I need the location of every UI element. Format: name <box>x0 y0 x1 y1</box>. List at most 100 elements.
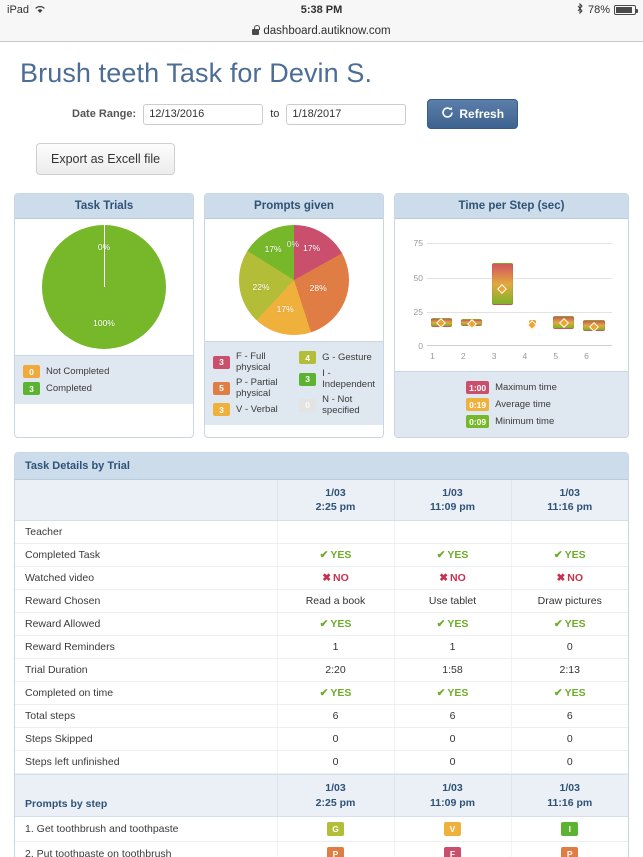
gridline <box>427 278 612 279</box>
task-details-table: 1/03 2:25 pm 1/03 11:09 pm 1/03 11:16 pm… <box>15 480 628 775</box>
legend-column-right: 4 G - Gesture 3 I - Independent 0 N - No… <box>299 349 375 418</box>
refresh-label: Refresh <box>459 107 505 121</box>
prompt-code-badge: P <box>327 846 344 857</box>
table-row: Reward Allowed ✔ YES ✔ YES ✔ YES <box>15 612 628 637</box>
pie-label-not-specified: 0% <box>286 238 300 249</box>
table-cell: ✖ NO <box>510 566 628 591</box>
date-from-input[interactable] <box>143 103 264 125</box>
task-trials-legend: 0 Not Completed 3 Completed <box>15 355 193 404</box>
row-label: Steps Skipped <box>15 727 277 752</box>
date-to-input[interactable] <box>286 103 407 125</box>
row-label: Trial Duration <box>15 658 277 683</box>
legend-label-avg-time: Average time <box>495 399 551 410</box>
col2-date: 1/03 <box>442 487 463 499</box>
table-row: Reward Chosen Read a book Use tablet Draw p… <box>15 589 628 614</box>
ios-status-bar: iPad 5:38 PM 78% <box>0 0 643 20</box>
legend-label-n: N - Not specified <box>322 394 360 416</box>
table-row: Trial Duration 2:20 1:58 2:13 <box>15 658 628 683</box>
legend-chip-i: 3 <box>299 372 317 386</box>
table-cell: Read a book <box>276 589 394 614</box>
browser-url-bar[interactable]: dashboard.autiknow.com <box>0 20 643 42</box>
step-label: 2. Put toothpaste on toothbrush <box>15 841 277 857</box>
pie-label-not-completed: 0% <box>97 242 111 253</box>
table-cell: F <box>393 841 511 857</box>
column-header-trial-1: 1/03 2:25 pm <box>276 480 394 522</box>
gridline <box>427 312 612 313</box>
table-cell: P <box>276 841 394 857</box>
prompts-column-header-3: 1/03 11:16 pm <box>510 774 628 817</box>
row-label: Reward Chosen <box>15 589 277 614</box>
table-cell: I <box>510 816 628 842</box>
date-range-label: Date Range: <box>72 108 137 120</box>
table-row: 1. Get toothbrush and toothpaste G V I <box>15 816 628 842</box>
table-cell: 0 <box>393 750 511 775</box>
legend-item: 3 V - Verbal <box>213 403 291 416</box>
legend-label-p: P - Partial physical <box>236 377 278 399</box>
prompt-code-badge: I <box>561 821 579 836</box>
pcol2-time: 11:09 pm <box>430 796 475 809</box>
charts-row: Task Trials 0% 100% 0 Not Completed 3 Co… <box>14 193 629 438</box>
legend-chip-avg-time: 0:19 <box>466 398 490 411</box>
row-label: Completed Task <box>15 543 277 568</box>
table-cell <box>393 520 511 545</box>
pie-label-completed: 100% <box>93 317 115 328</box>
legend-item: 0:09 Minimum time <box>466 415 557 428</box>
panel-time-per-step-body: 75 50 25 0 1 2 3 4 5 6 <box>395 219 628 371</box>
legend-chip-f: 3 <box>213 355 230 369</box>
x-tick-6: 6 <box>584 351 589 361</box>
battery-icon <box>614 5 638 15</box>
pcol3-date: 1/03 <box>559 782 580 795</box>
x-tick-5: 5 <box>553 351 559 361</box>
table-cell: P <box>510 841 628 857</box>
table-row: Teacher <box>15 520 628 545</box>
table-cell: 0 <box>393 727 511 752</box>
legend-item: 1:00 Maximum time <box>466 381 557 394</box>
table-cell: ✔ YES <box>276 543 394 568</box>
row-label: Reward Allowed <box>15 612 277 637</box>
table-cell: ✔ YES <box>276 612 394 637</box>
legend-chip-completed: 3 <box>23 382 40 395</box>
legend-label-i: I - Independent <box>322 368 376 390</box>
legend-item: 3 Completed <box>23 382 185 395</box>
pcol1-time: 2:25 pm <box>315 796 356 809</box>
legend-item: 4 G - Gesture <box>299 351 375 364</box>
table-cell <box>276 520 394 545</box>
refresh-button[interactable]: Refresh <box>427 99 519 129</box>
gridline <box>427 243 612 244</box>
row-label: Steps left unfinished <box>15 750 277 775</box>
panel-prompts-given-body: 0% 17% 28% 17% 22% 17% <box>205 219 383 341</box>
prompts-given-pie-chart: 0% 17% 28% 17% 22% 17% <box>239 225 349 335</box>
table-cell: V <box>393 816 511 842</box>
task-trials-pie-chart: 0% 100% <box>42 225 166 349</box>
legend-item: 0 Not Completed <box>23 365 185 378</box>
prompts-by-step-body: 1. Get toothbrush and toothpaste G V I 2. Pu… <box>15 816 628 857</box>
panel-prompts-given-title: Prompts given <box>205 194 383 219</box>
row-label: Completed on time <box>15 681 277 706</box>
prompts-column-header-1: 1/03 2:25 pm <box>276 774 394 817</box>
legend-chip-n: 0 <box>299 398 317 412</box>
pcol3-time: 11:16 pm <box>547 796 593 809</box>
table-row: Watched video ✖ NO ✖ NO ✖ NO <box>15 566 628 591</box>
url-text: dashboard.autiknow.com <box>263 24 391 37</box>
table-cell: 6 <box>393 704 511 729</box>
table-cell: 0 <box>276 727 394 752</box>
task-details-body: Teacher Completed Task ✔ YES ✔ YES ✔ YES Watche… <box>15 520 628 775</box>
y-tick-25: 25 <box>413 307 423 317</box>
table-cell: 2:13 <box>510 658 628 683</box>
table-cell: 1 <box>393 635 511 660</box>
prompt-code-badge: F <box>444 846 461 857</box>
col3-time: 11:16 pm <box>547 501 593 514</box>
task-details-title: Task Details by Trial <box>15 453 628 480</box>
device-label: iPad <box>7 4 30 16</box>
row-label: Teacher <box>15 520 277 545</box>
panel-time-per-step: Time per Step (sec) 75 50 25 0 1 2 3 4 5… <box>394 193 629 438</box>
legend-column-left: 3 F - Full physical 5 P - Partial physic… <box>213 349 291 418</box>
time-per-step-chart: 75 50 25 0 1 2 3 4 5 6 <box>401 233 618 365</box>
table-cell: 1:58 <box>393 658 511 683</box>
legend-chip-not-completed: 0 <box>23 365 40 378</box>
export-excel-button[interactable]: Export as Excell file <box>36 143 176 175</box>
prompt-code-badge: P <box>561 846 579 857</box>
table-cell: ✔ YES <box>510 612 628 637</box>
header-blank <box>15 480 277 522</box>
col1-time: 2:25 pm <box>315 501 356 514</box>
